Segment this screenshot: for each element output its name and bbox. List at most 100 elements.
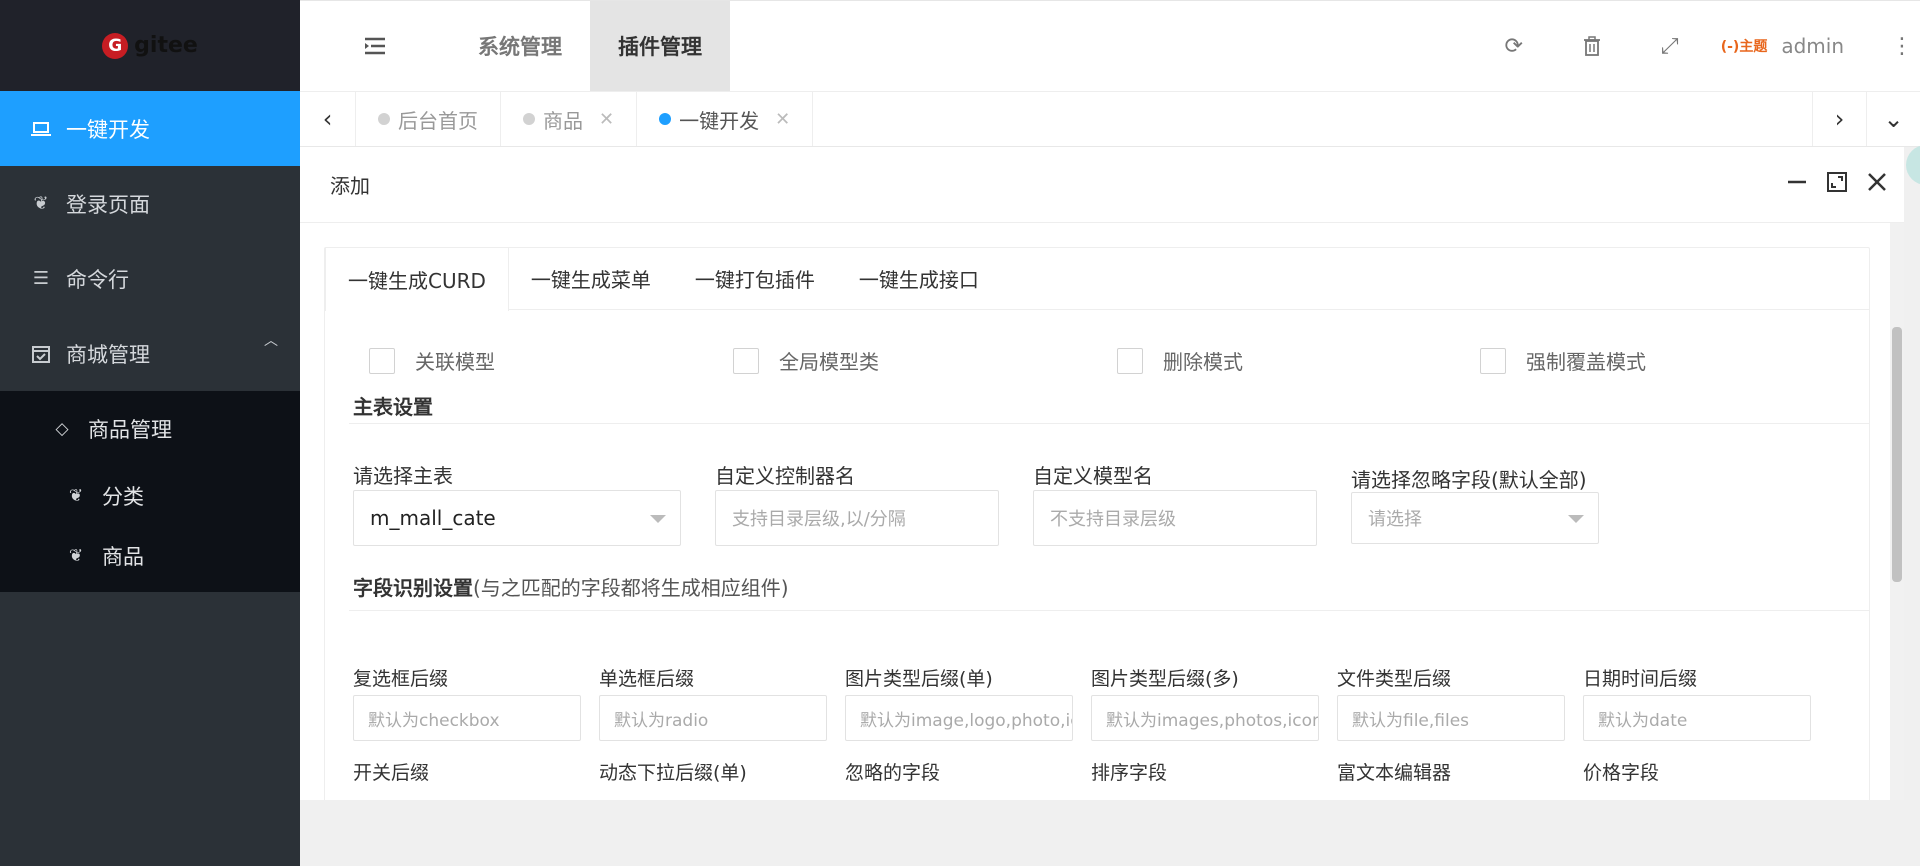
user-name[interactable]: admin [1781, 34, 1844, 58]
header-actions: ⟳ ⤢ (-)主题 admin ⋮ [1475, 1, 1920, 91]
sidebar-item-mall-management[interactable]: 商城管理 ︿ [0, 316, 300, 391]
sidebar-item-label: 商品管理 [88, 417, 172, 442]
input-placeholder: 默认为file,files [1352, 710, 1470, 731]
checkbox-relation-model[interactable]: 关联模型 [369, 346, 495, 375]
tab-generate-menu[interactable]: 一键生成菜单 [509, 248, 673, 309]
main-table-label: 请选择主表 [353, 464, 453, 488]
tab-pack-plugin[interactable]: 一键打包插件 [673, 248, 837, 309]
chevron-left-icon[interactable]: ‹ [300, 92, 356, 146]
collapse-menu-icon[interactable] [300, 1, 450, 91]
suffix-input[interactable]: 默认为checkbox [353, 695, 581, 741]
sidebar-item-label: 商城管理 [66, 342, 150, 367]
sidebar-item-goods-management[interactable]: ◇ 商品管理 [0, 391, 300, 466]
page-tab-home[interactable]: 后台首页 [356, 92, 501, 146]
close-tab-icon[interactable]: ✕ [599, 109, 614, 130]
checkbox-box[interactable] [733, 347, 759, 374]
model-name-label: 自定义模型名 [1033, 464, 1153, 488]
checkbox-force-overwrite[interactable]: 强制覆盖模式 [1480, 346, 1646, 375]
dialog-scrollbar-thumb[interactable] [1892, 327, 1902, 582]
suffix-label: 富文本编辑器 [1337, 762, 1452, 784]
suffix-input[interactable]: 默认为file,files [1337, 695, 1565, 741]
sidebar-item-label: 一键开发 [66, 117, 150, 142]
suffix-label: 动态下拉后缀(单) [599, 762, 747, 784]
generator-panel: 一键生成CURD 一键生成菜单 一键打包插件 一键生成接口 关联模型 全局模型类… [324, 247, 1870, 807]
refresh-icon[interactable]: ⟳ [1475, 1, 1553, 91]
trash-icon[interactable] [1553, 1, 1631, 91]
sidebar-item-one-click-dev[interactable]: 一键开发 [0, 91, 300, 166]
input-placeholder: 默认为checkbox [368, 710, 500, 731]
checkbox-box[interactable] [1480, 347, 1506, 374]
input-placeholder: 默认为image,logo,photo,ic [860, 710, 1073, 731]
checkbox-label: 删除模式 [1163, 350, 1243, 374]
tab-dot-icon [523, 113, 535, 125]
suffix-input[interactable]: 默认为radio [599, 695, 827, 741]
sidebar-item-command-line[interactable]: ☰ 命令行 [0, 241, 300, 316]
checkbox-delete-mode[interactable]: 删除模式 [1117, 346, 1243, 375]
sprout-icon: ❦ [68, 546, 84, 566]
theme-brand-label[interactable]: (-)主题 [1721, 36, 1768, 56]
chevron-down-icon[interactable]: ⌄ [1866, 92, 1920, 146]
suffix-label: 复选框后缀 [353, 668, 449, 690]
suffix-input[interactable]: 默认为images,photos,icon [1091, 695, 1319, 741]
add-dialog: 添加 一键生成CURD 一键生成菜单 一键打包插件 一键生成接口 关联模型 全局… [300, 147, 1904, 807]
section-title-text: 字段识别设置 [353, 576, 473, 600]
page-tab-label: 商品 [543, 108, 583, 133]
chevron-up-icon[interactable]: ︿ [264, 330, 278, 350]
divider [349, 423, 1869, 424]
section-note: (与之匹配的字段都将生成相应组件) [473, 576, 789, 600]
maximize-icon[interactable] [1826, 171, 1848, 199]
model-name-input[interactable]: 不支持目录层级 [1033, 490, 1317, 546]
checkbox-box[interactable] [369, 347, 395, 374]
generator-tabs: 一键生成CURD 一键生成菜单 一键打包插件 一键生成接口 [325, 248, 1869, 311]
select-placeholder: 请选择 [1368, 509, 1422, 530]
suffix-label: 排序字段 [1091, 762, 1168, 784]
tab-system-management[interactable]: 系统管理 [450, 1, 590, 91]
checkbox-box[interactable] [1117, 347, 1143, 374]
close-icon[interactable] [1866, 171, 1888, 199]
minimize-icon[interactable] [1786, 171, 1808, 199]
submenu-mall: ◇ 商品管理 ❦ 分类 ❦ 商品 [0, 391, 300, 592]
page-tab-label: 一键开发 [679, 108, 760, 133]
laptop-icon [30, 118, 52, 140]
ignore-fields-label: 请选择忽略字段(默认全部) [1351, 468, 1587, 492]
calendar-check-icon [30, 343, 52, 365]
suffix-label: 图片类型后缀(多) [1091, 668, 1239, 690]
more-vertical-icon[interactable]: ⋮ [1884, 34, 1920, 59]
fullscreen-icon[interactable]: ⤢ [1631, 1, 1709, 91]
list-icon: ☰ [32, 268, 50, 289]
diamond-icon: ◇ [55, 418, 69, 439]
input-placeholder: 默认为date [1598, 710, 1688, 731]
dialog-scrollbar[interactable] [1890, 223, 1904, 800]
dialog-title: 添加 [330, 174, 370, 198]
input-placeholder: 默认为radio [614, 710, 709, 731]
section-title-field-recognition: 字段识别设置(与之匹配的字段都将生成相应组件) [353, 572, 789, 601]
side-handle[interactable] [1906, 145, 1920, 185]
suffix-input[interactable]: 默认为image,logo,photo,ic [845, 695, 1073, 741]
sidebar-item-category[interactable]: ❦ 分类 [0, 466, 300, 526]
suffix-input[interactable]: 默认为date [1583, 695, 1811, 741]
checkbox-label: 强制覆盖模式 [1526, 350, 1646, 374]
close-tab-icon[interactable]: ✕ [775, 109, 790, 130]
page-tab-one-click-dev[interactable]: 一键开发 ✕ [637, 92, 814, 146]
tab-generate-curd[interactable]: 一键生成CURD [325, 248, 509, 311]
chevron-right-icon[interactable]: › [1812, 92, 1866, 146]
tab-bar-controls: › ⌄ [1812, 92, 1920, 146]
dropdown-arrow-icon [1568, 515, 1584, 523]
sprout-icon: ❦ [68, 486, 84, 506]
dialog-controls [1786, 147, 1888, 222]
main-table-select[interactable]: m_mall_cate [353, 490, 681, 546]
checkbox-global-model[interactable]: 全局模型类 [733, 346, 879, 375]
input-placeholder: 支持目录层级,以/分隔 [732, 509, 906, 530]
logo[interactable]: G gitee [0, 0, 300, 91]
tab-generate-api[interactable]: 一键生成接口 [837, 248, 1001, 309]
logo-text: gitee [134, 33, 198, 58]
ignore-fields-select[interactable]: 请选择 [1351, 492, 1599, 544]
checkbox-label: 全局模型类 [779, 350, 879, 374]
page-tab-goods[interactable]: 商品 ✕ [501, 92, 638, 146]
page-tab-bar: ‹ 后台首页 商品 ✕ 一键开发 ✕ › ⌄ [300, 91, 1920, 147]
controller-name-input[interactable]: 支持目录层级,以/分隔 [715, 490, 999, 546]
sidebar-item-login-page[interactable]: ❦ 登录页面 [0, 166, 300, 241]
main-table-value: m_mall_cate [370, 506, 496, 530]
tab-plugin-management[interactable]: 插件管理 [590, 1, 730, 91]
sidebar-item-goods[interactable]: ❦ 商品 [0, 526, 300, 586]
